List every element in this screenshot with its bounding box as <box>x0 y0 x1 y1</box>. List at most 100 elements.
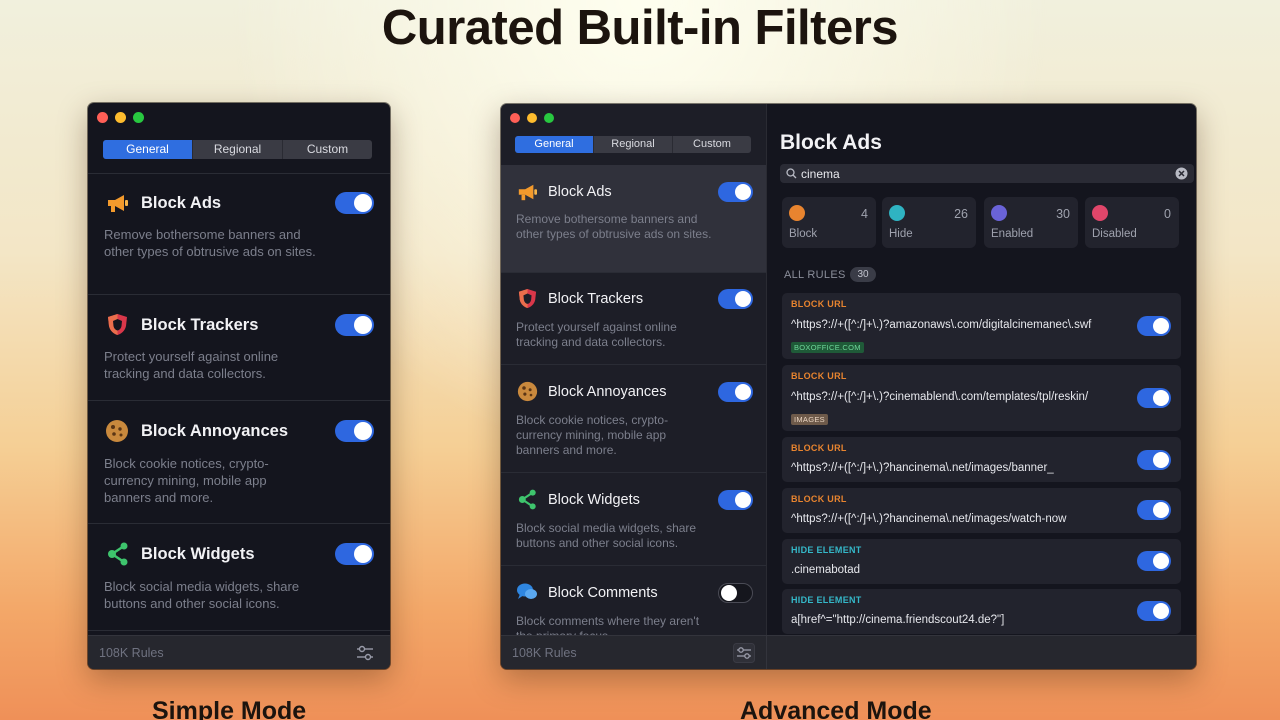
rules-count-badge: 30 <box>850 267 876 282</box>
rule-pattern: .cinemabotad <box>791 564 861 576</box>
sliders-icon[interactable] <box>733 643 755 663</box>
rule-row[interactable]: BLOCK URL ^https?://+([^:/]+\.)?cinemabl… <box>782 365 1181 431</box>
speech-bubbles-icon <box>517 583 537 599</box>
shield-icon <box>108 314 127 335</box>
window-footer: 108K Rules <box>88 635 390 669</box>
rule-toggle[interactable] <box>1137 601 1171 621</box>
filter-title: Block Widgets <box>141 545 255 563</box>
filter-title: Block Trackers <box>141 316 259 334</box>
rule-type: HIDE ELEMENT <box>791 595 862 605</box>
rule-row[interactable]: BLOCK URL ^https?://+([^:/]+\.)?hancinem… <box>782 488 1181 533</box>
filter-description: Block comments where they aren't the pri… <box>516 614 700 635</box>
search-input[interactable]: cinema <box>801 167 840 181</box>
rule-type: BLOCK URL <box>791 494 847 504</box>
window-controls <box>510 113 554 123</box>
sliders-icon[interactable] <box>354 643 376 663</box>
cookie-icon <box>106 420 128 442</box>
filter-title: Block Ads <box>548 184 612 200</box>
rules-search-field[interactable]: cinema <box>780 164 1194 183</box>
search-icon <box>786 168 797 179</box>
rule-row[interactable]: BLOCK URL ^https?://+([^:/]+\.)?amazonaw… <box>782 293 1181 359</box>
rule-toggle[interactable] <box>1137 500 1171 520</box>
rule-type: BLOCK URL <box>791 299 847 309</box>
stat-count: 30 <box>1056 207 1070 221</box>
stat-enabled[interactable]: 30 Enabled <box>984 197 1078 248</box>
detail-title: Block Ads <box>780 131 882 154</box>
rule-toggle[interactable] <box>1137 316 1171 336</box>
rule-type: HIDE ELEMENT <box>791 545 862 555</box>
rule-pattern: ^https?://+([^:/]+\.)?hancinema\.net/ima… <box>791 513 1067 525</box>
block-annoyances-toggle[interactable] <box>718 382 753 402</box>
hand-icon <box>789 205 805 221</box>
rule-pattern: a[href^="http://cinema.friendscout24.de?… <box>791 614 1005 626</box>
rule-toggle[interactable] <box>1137 551 1171 571</box>
rule-domain-tag: BOXOFFICE.COM <box>791 342 864 353</box>
rule-row[interactable]: HIDE ELEMENT .cinemabotad <box>782 539 1181 584</box>
filter-title: Block Comments <box>548 585 658 601</box>
rule-pattern: ^https?://+([^:/]+\.)?amazonaws\.com/dig… <box>791 319 1092 331</box>
filter-category-tabs: General Regional Custom <box>103 140 372 159</box>
tab-custom[interactable]: Custom <box>282 140 372 159</box>
filter-category-tabs: General Regional Custom <box>515 136 751 153</box>
block-widgets-toggle[interactable] <box>335 543 374 565</box>
stat-hide[interactable]: 26 Hide <box>882 197 976 248</box>
filter-title: Block Annoyances <box>548 384 667 400</box>
filter-title: Block Annoyances <box>141 422 289 440</box>
filter-description: Protect yourself against online tracking… <box>516 320 677 349</box>
toggle-off-icon <box>1092 205 1108 221</box>
filter-description: Block cookie notices, crypto-currency mi… <box>516 413 669 457</box>
close-window-button[interactable] <box>97 112 108 123</box>
stat-label: Disabled <box>1092 228 1137 240</box>
tab-general[interactable]: General <box>103 140 192 159</box>
cookie-icon <box>517 381 538 402</box>
toggle-on-icon <box>991 205 1007 221</box>
stat-disabled[interactable]: 0 Disabled <box>1085 197 1179 248</box>
rule-resource-tag: IMAGES <box>791 414 828 425</box>
filter-title: Block Ads <box>141 194 222 212</box>
clear-search-icon[interactable] <box>1175 167 1188 180</box>
rule-row[interactable]: BLOCK URL ^https?://+([^:/]+\.)?hancinem… <box>782 437 1181 482</box>
minimize-window-button[interactable] <box>527 113 537 123</box>
filter-description: Remove bothersome banners and other type… <box>516 212 712 241</box>
minimize-window-button[interactable] <box>115 112 126 123</box>
filter-description: Block social media widgets, share button… <box>516 521 697 550</box>
stat-block[interactable]: 4 Block <box>782 197 876 248</box>
close-window-button[interactable] <box>510 113 520 123</box>
rule-type: BLOCK URL <box>791 371 847 381</box>
block-annoyances-toggle[interactable] <box>335 420 374 442</box>
stat-label: Block <box>789 228 818 240</box>
share-icon <box>518 489 536 510</box>
megaphone-icon <box>108 195 128 212</box>
tab-general[interactable]: General <box>515 136 593 153</box>
megaphone-icon <box>518 184 537 201</box>
rule-toggle[interactable] <box>1137 450 1171 470</box>
block-trackers-toggle[interactable] <box>335 314 374 336</box>
block-trackers-toggle[interactable] <box>718 289 753 309</box>
block-widgets-toggle[interactable] <box>718 490 753 510</box>
window-controls <box>97 112 144 123</box>
rule-pattern: ^https?://+([^:/]+\.)?hancinema\.net/ima… <box>791 462 1054 474</box>
filter-description: Protect yourself against online tracking… <box>104 349 279 381</box>
tab-regional[interactable]: Regional <box>593 136 672 153</box>
stat-count: 26 <box>954 207 968 221</box>
filter-description: Block cookie notices, crypto-currency mi… <box>104 456 269 505</box>
zoom-window-button[interactable] <box>133 112 144 123</box>
zoom-window-button[interactable] <box>544 113 554 123</box>
tab-regional[interactable]: Regional <box>192 140 282 159</box>
rule-type: BLOCK URL <box>791 443 847 453</box>
tab-custom[interactable]: Custom <box>672 136 751 153</box>
filter-title: Block Trackers <box>548 291 644 307</box>
rule-row[interactable]: HIDE ELEMENT a[href^="http://cinema.frie… <box>782 589 1181 634</box>
advanced-mode-window: General Regional Custom Block Ads Remove… <box>501 104 1196 669</box>
rules-count: 108K Rules <box>512 646 577 660</box>
all-rules-label: ALL RULES <box>784 269 846 281</box>
rule-toggle[interactable] <box>1137 388 1171 408</box>
filter-description: Block social media widgets, share button… <box>104 579 300 611</box>
stat-label: Hide <box>889 228 913 240</box>
eye-icon <box>889 205 905 221</box>
share-icon <box>108 542 128 566</box>
block-ads-toggle[interactable] <box>335 192 374 214</box>
block-comments-toggle[interactable] <box>718 583 753 603</box>
block-ads-toggle[interactable] <box>718 182 753 202</box>
stat-count: 0 <box>1164 207 1171 221</box>
